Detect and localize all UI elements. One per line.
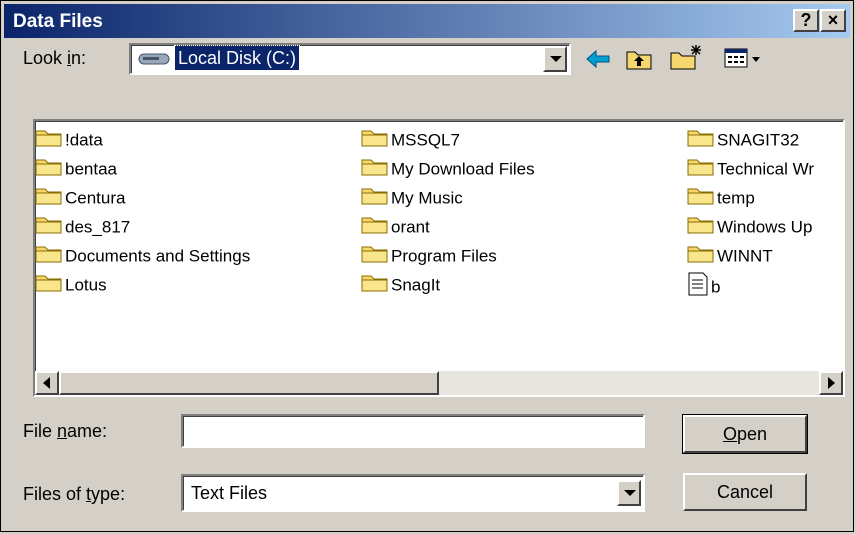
file-list-item[interactable]: bentaa bbox=[35, 156, 117, 180]
help-button[interactable]: ? bbox=[793, 9, 819, 32]
files-of-type-dropdown-button[interactable] bbox=[617, 480, 641, 506]
chevron-down-icon bbox=[624, 490, 636, 496]
view-menu-button[interactable] bbox=[723, 45, 763, 76]
scroll-left-button[interactable] bbox=[35, 371, 59, 395]
look-in-label: Look in: bbox=[23, 48, 87, 68]
file-name-label: File name: bbox=[23, 421, 108, 441]
files-of-type-label: Files of type: bbox=[23, 484, 126, 504]
file-list-item[interactable]: !data bbox=[35, 127, 103, 151]
file-name-text: Windows Up bbox=[717, 217, 813, 237]
title-bar[interactable]: Data Files ? × bbox=[4, 4, 850, 38]
file-list-item[interactable]: Lotus bbox=[35, 272, 107, 296]
file-name-text: !data bbox=[65, 130, 103, 150]
file-name-text: My Music bbox=[391, 188, 463, 208]
folder-icon bbox=[361, 130, 388, 147]
up-folder-button[interactable] bbox=[625, 45, 655, 76]
left-arrow-icon bbox=[43, 377, 50, 389]
folder-icon bbox=[361, 217, 388, 234]
file-name-text: bentaa bbox=[65, 159, 117, 179]
file-name-text: orant bbox=[391, 217, 430, 237]
folder-icon bbox=[687, 188, 714, 205]
file-name-text: des_817 bbox=[65, 217, 131, 237]
file-list-item[interactable]: des_817 bbox=[35, 214, 130, 238]
folder-icon bbox=[361, 246, 388, 263]
file-list-item[interactable]: SNAGIT32 bbox=[687, 127, 799, 151]
view-menu-icon bbox=[724, 48, 760, 68]
file-name-text: My Download Files bbox=[391, 159, 535, 179]
file-name-input[interactable] bbox=[181, 414, 645, 448]
file-name-text: MSSQL7 bbox=[391, 130, 460, 150]
chevron-down-icon bbox=[550, 56, 562, 62]
file-list-item[interactable]: My Music bbox=[361, 185, 463, 209]
file-list-item[interactable]: temp bbox=[687, 185, 755, 209]
folder-icon bbox=[687, 217, 714, 234]
file-name-text: b bbox=[711, 277, 721, 297]
new-folder-button[interactable] bbox=[669, 43, 703, 76]
file-list-item[interactable]: b bbox=[687, 272, 721, 297]
file-list-item[interactable]: Documents and Settings bbox=[35, 243, 250, 267]
scroll-right-button[interactable] bbox=[819, 371, 843, 395]
open-file-dialog: Data Files ? × Look in: Local Disk (C:) … bbox=[0, 0, 854, 532]
folder-icon bbox=[687, 246, 714, 263]
file-list-item[interactable]: MSSQL7 bbox=[361, 127, 460, 151]
right-arrow-icon bbox=[828, 377, 835, 389]
file-name-text: SnagIt bbox=[391, 275, 441, 295]
file-list-item[interactable]: SnagIt bbox=[361, 272, 440, 296]
file-name-text: WINNT bbox=[717, 246, 773, 266]
file-name-text: SNAGIT32 bbox=[717, 130, 800, 150]
file-list-item[interactable]: Program Files bbox=[361, 243, 497, 267]
window-title: Data Files bbox=[13, 11, 103, 32]
file-list-item[interactable]: WINNT bbox=[687, 243, 773, 267]
folder-icon bbox=[35, 217, 62, 234]
look-in-value: Local Disk (C:) bbox=[173, 45, 301, 71]
drive-icon bbox=[138, 52, 170, 71]
folder-icon bbox=[361, 188, 388, 205]
file-list[interactable]: !data bentaa Centura des_817 Documents and S… bbox=[33, 119, 845, 397]
text-file-icon bbox=[688, 272, 708, 296]
help-icon: ? bbox=[800, 10, 812, 30]
folder-icon bbox=[687, 159, 714, 176]
files-of-type-dropdown[interactable]: Text Files bbox=[181, 474, 645, 512]
folder-icon bbox=[35, 188, 62, 205]
close-icon: × bbox=[827, 10, 839, 30]
file-list-item[interactable]: orant bbox=[361, 214, 430, 238]
look-in-dropdown-button[interactable] bbox=[543, 46, 567, 72]
folder-icon bbox=[35, 130, 62, 147]
file-name-text: Program Files bbox=[391, 246, 497, 266]
folder-icon bbox=[35, 246, 62, 263]
file-list-item[interactable]: My Download Files bbox=[361, 156, 535, 180]
back-arrow-icon bbox=[586, 49, 610, 69]
folder-icon bbox=[35, 275, 62, 292]
file-list-item[interactable]: Windows Up bbox=[687, 214, 812, 238]
files-of-type-value: Text Files bbox=[191, 483, 268, 503]
file-list-item[interactable]: Centura bbox=[35, 185, 125, 209]
file-name-text: temp bbox=[717, 188, 755, 208]
folder-icon bbox=[361, 275, 388, 292]
file-name-text: Technical Wr bbox=[717, 159, 814, 179]
folder-icon bbox=[35, 159, 62, 176]
file-name-text: Centura bbox=[65, 188, 126, 208]
file-name-text: Lotus bbox=[65, 275, 107, 295]
folder-icon bbox=[687, 130, 714, 147]
file-name-text: Documents and Settings bbox=[65, 246, 251, 266]
scroll-thumb[interactable] bbox=[59, 371, 439, 395]
back-button[interactable] bbox=[585, 47, 611, 76]
up-one-level-icon bbox=[626, 51, 652, 70]
folder-icon bbox=[361, 159, 388, 176]
cancel-button[interactable]: Cancel bbox=[683, 473, 807, 511]
open-button[interactable]: Open bbox=[682, 414, 808, 454]
horizontal-scrollbar[interactable] bbox=[35, 371, 843, 395]
new-folder-icon bbox=[670, 45, 701, 70]
close-button[interactable]: × bbox=[820, 9, 846, 32]
file-list-item[interactable]: Technical Wr bbox=[687, 156, 814, 180]
